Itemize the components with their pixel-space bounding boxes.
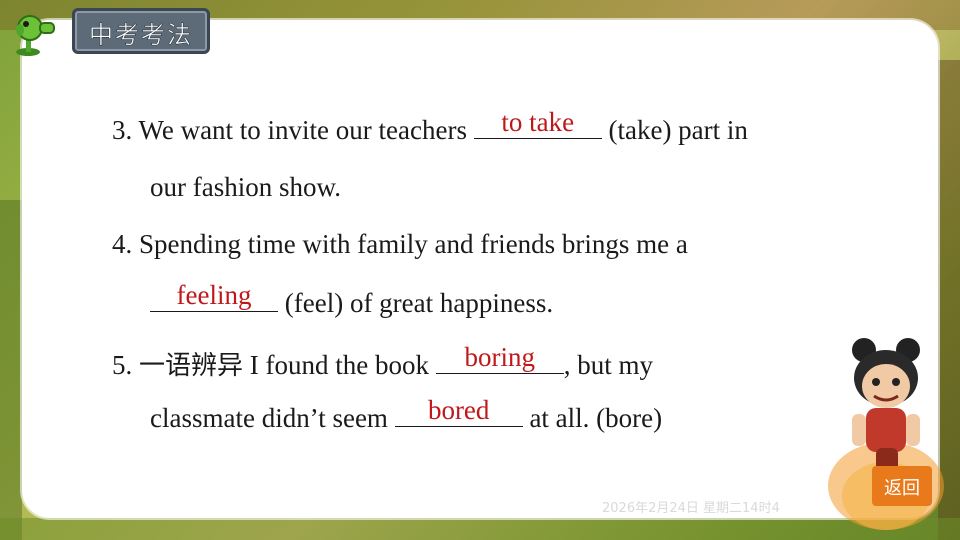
question-text: Spending time with family and friends br… <box>139 229 688 259</box>
question-3-line-2: our fashion show. <box>150 172 341 203</box>
question-3-line-1: 3. We want to invite our teachers to tak… <box>112 107 748 146</box>
peashooter-icon <box>16 15 55 56</box>
answer-blank: feeling <box>150 280 278 312</box>
answer-text: to take <box>501 107 575 137</box>
back-button[interactable]: 返回 <box>872 466 932 506</box>
back-button-label: 返回 <box>884 478 920 499</box>
question-4-line-1: 4. Spending time with family and friends… <box>112 229 688 260</box>
question-tag: 一语辨异 <box>139 351 244 381</box>
answer-blank: boring <box>435 342 564 374</box>
answer-blank: to take <box>473 107 602 139</box>
question-5-line-1: 5. 一语辨异 I found the book boring , but my <box>112 342 653 382</box>
question-text: our fashion show. <box>150 172 341 202</box>
question-number: 5. <box>112 350 133 380</box>
question-text: I found the book <box>249 350 429 380</box>
question-number: 3. <box>112 115 133 145</box>
question-text: (take) part in <box>608 115 748 145</box>
question-5-line-2: classmate didn’t seem bored at all. (bor… <box>150 395 663 434</box>
content-card <box>22 20 938 518</box>
section-title: 中考考法 <box>89 21 193 50</box>
answer-text: bored <box>427 395 490 425</box>
question-text: at all. (bore) <box>529 403 663 433</box>
section-title-plate: 中考考法 <box>72 8 210 54</box>
answer-text: feeling <box>176 280 252 310</box>
question-text: We want to invite our teachers <box>138 115 467 145</box>
answer-blank: bored <box>394 395 523 427</box>
section-badge: 中考考法 <box>14 6 210 56</box>
question-4-line-2: feeling (feel) of great happiness. <box>150 280 554 319</box>
question-text: (feel) of great happiness. <box>284 288 554 318</box>
date-stamp: 2026年2月24日 星期二14时4 <box>602 501 780 516</box>
question-text: , but my <box>563 350 653 380</box>
answer-text: boring <box>464 342 535 372</box>
question-text: classmate didn’t seem <box>150 403 388 433</box>
question-number: 4. <box>112 229 133 259</box>
